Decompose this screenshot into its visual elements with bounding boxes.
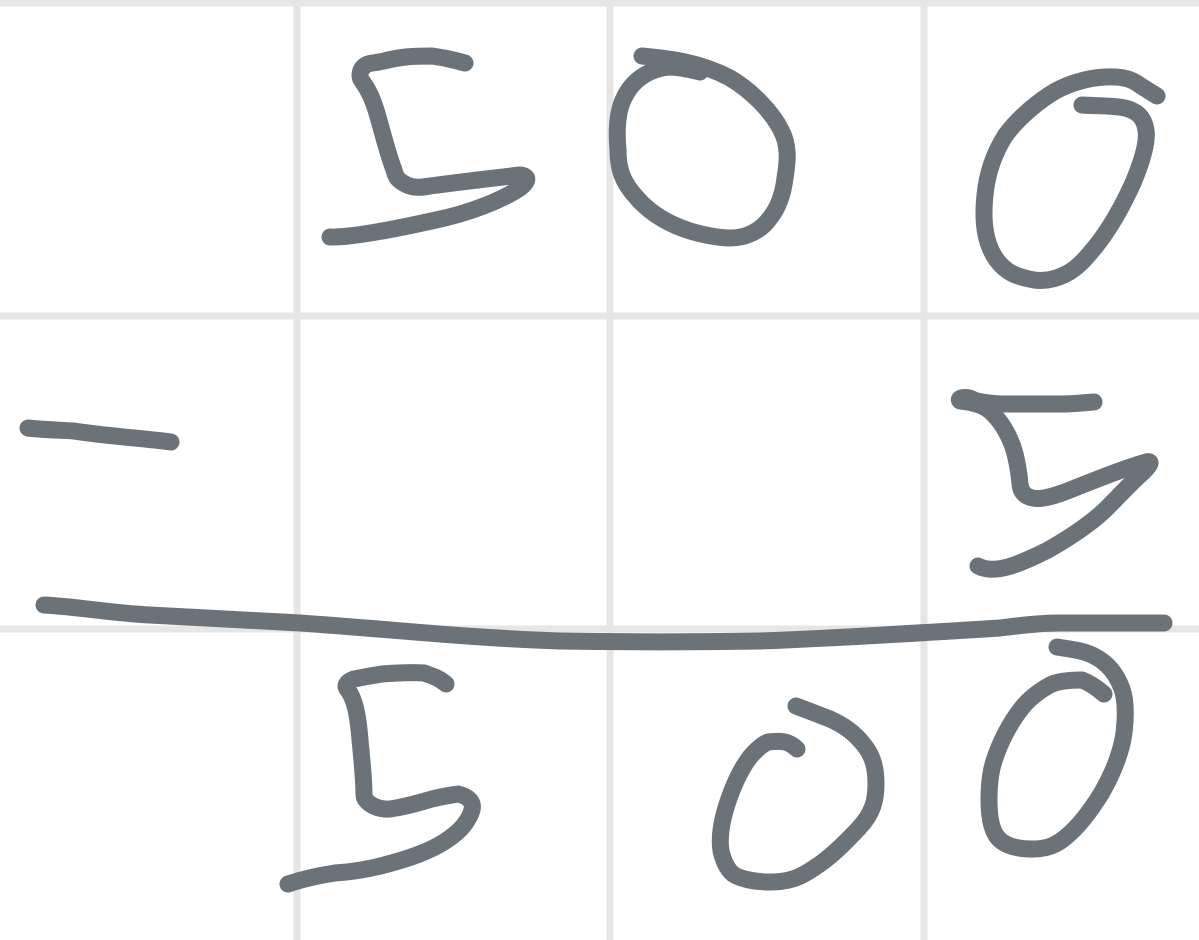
digit-5-minuend bbox=[321, 47, 536, 246]
minus-sign bbox=[19, 419, 180, 451]
sum-line bbox=[35, 596, 1173, 651]
digit-0-minuend-ones bbox=[975, 68, 1166, 289]
digit-5-subtrahend bbox=[950, 389, 1159, 578]
digit-0-minuend-tens bbox=[608, 47, 796, 247]
digit-0-result-ones bbox=[980, 638, 1134, 858]
minuend-row: 500 bbox=[0, 0, 1166, 289]
handwriting-canvas[interactable]: 500 - 5 500 bbox=[0, 0, 1199, 940]
digit-5-result bbox=[279, 664, 481, 893]
digit-0-result-tens bbox=[711, 697, 885, 891]
subtrahend-row: - 5 bbox=[0, 0, 1159, 578]
result-value: 500 bbox=[0, 0, 27, 4]
